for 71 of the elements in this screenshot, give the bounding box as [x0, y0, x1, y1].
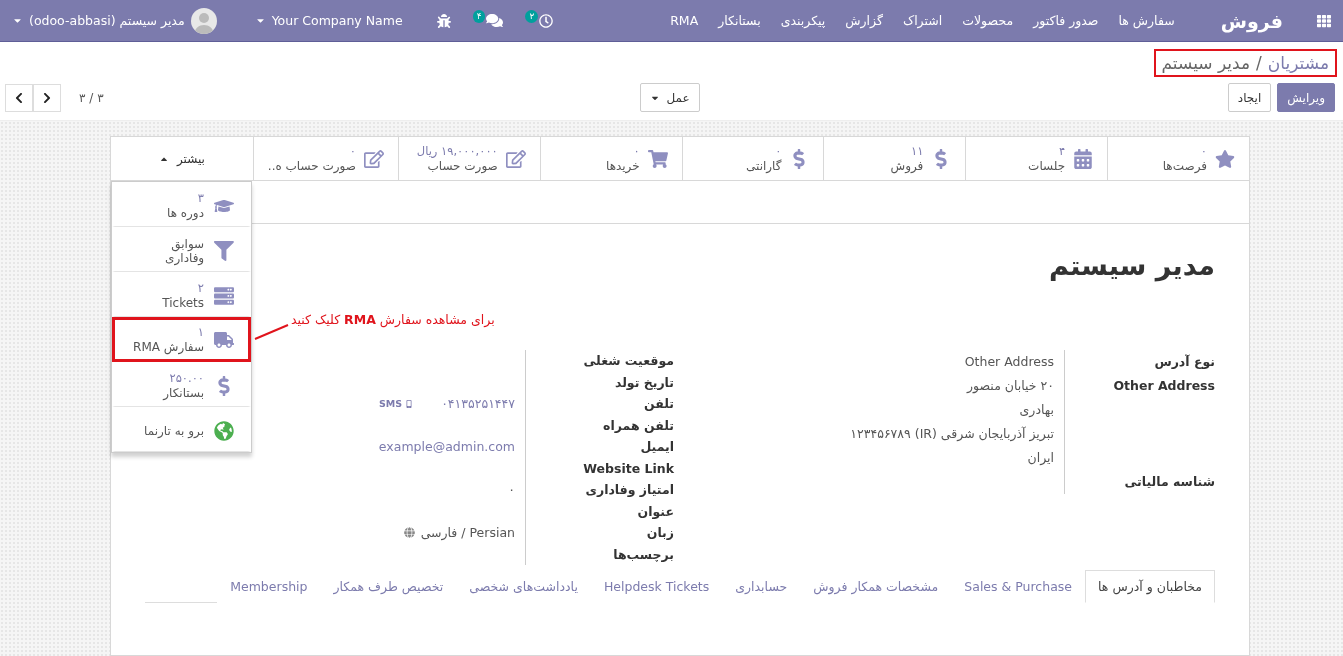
field-label: ایمیل	[639, 438, 674, 456]
email-link[interactable]: example@admin.com	[378, 436, 515, 458]
create-button[interactable]: ایجاد	[1227, 83, 1272, 112]
chevron-left-icon	[13, 91, 25, 104]
pager-counter: ۳ / ۳	[79, 90, 104, 105]
field-label: تلفن	[642, 395, 674, 413]
app-brand: فروش	[1220, 9, 1283, 32]
calendar-icon	[1073, 148, 1094, 169]
globe-icon	[403, 527, 415, 539]
sms-link[interactable]: SMS	[379, 393, 414, 415]
chat-icon[interactable]	[486, 12, 504, 29]
field-label: تلفن همراه	[602, 416, 674, 435]
bug-icon[interactable]	[436, 13, 451, 28]
notebook-tab[interactable]: مخاطبان و آدرس ها	[1085, 570, 1215, 603]
previous-button[interactable]	[5, 83, 33, 112]
field-label: نوع آدرس	[1153, 353, 1215, 371]
dropdown-item[interactable]: برو به تارنما	[112, 407, 251, 452]
menu-item[interactable]: بستانکار	[718, 13, 761, 28]
address-line: بهادری	[1019, 401, 1054, 419]
action-dropdown[interactable]: عمل	[640, 83, 700, 112]
chevron-right-icon	[41, 91, 53, 104]
dropdown-item[interactable]: ۳ دوره ها	[112, 182, 251, 227]
globe-icon	[214, 420, 234, 441]
field-label: موقعیت شغلی	[582, 352, 674, 370]
address-line: ۲۰ خیابان منصور	[967, 377, 1054, 396]
menu-item[interactable]: صدور فاکتور	[1033, 13, 1099, 28]
field-label: Website Link	[582, 459, 674, 478]
edit-icon	[505, 148, 526, 169]
leader-line	[254, 324, 289, 340]
truck-icon	[214, 329, 234, 350]
apps-menu-icon[interactable]	[1317, 13, 1331, 28]
field-label: برچسب‌ها	[612, 545, 674, 564]
filter-icon	[214, 240, 234, 261]
menu-item[interactable]: سفارش ها	[1118, 13, 1175, 28]
star-icon	[1215, 148, 1235, 169]
dropdown-item[interactable]: ۱ سفارش RMA	[112, 317, 251, 362]
company-switcher[interactable]: Your Company Name	[254, 13, 403, 28]
record-title: مدیر سیستم	[1049, 250, 1215, 284]
address-line: تبریز آذربایجان شرقی (IR) ۱۲۳۴۵۶۷۸۹	[850, 425, 1054, 444]
breadcrumb-link[interactable]: مشتریان	[1267, 53, 1329, 73]
address-line: ایران	[1027, 449, 1054, 467]
list-icon	[214, 285, 234, 306]
dropdown-item[interactable]: سوابق وفاداری	[112, 227, 251, 272]
menu-item[interactable]: محصولات	[962, 13, 1014, 28]
edit-icon	[363, 148, 384, 169]
count-badge: ۲	[525, 10, 539, 23]
phone-value[interactable]: ۰۴۱۳۵۲۵۱۴۴۷	[441, 393, 515, 415]
count-badge: ۴	[472, 10, 486, 23]
menu-item[interactable]: اشتراک	[902, 13, 943, 28]
avatar-placeholder	[190, 7, 217, 34]
field-value: ۰	[508, 481, 515, 499]
edit-button[interactable]: ویرایش	[1277, 83, 1335, 112]
menu-item[interactable]: RMA	[670, 13, 699, 28]
field-label: زبان	[645, 524, 674, 542]
field-label: تاریخ تولد	[613, 373, 674, 392]
language-value: Persian / فارسی	[420, 524, 515, 543]
field-label: Other Address	[1112, 377, 1215, 395]
cart-icon	[647, 148, 668, 169]
breadcrumb-separator: /	[1256, 53, 1262, 73]
next-button[interactable]	[33, 83, 61, 112]
menu-item[interactable]: پیکربندی	[780, 13, 826, 28]
mobile-phone-icon	[405, 399, 414, 408]
clock-icon[interactable]	[539, 13, 554, 28]
user-menu[interactable]: مدیر سیستم (odoo-abbasi)	[12, 7, 217, 34]
dropdown-item[interactable]: ۲۵۰.۰۰ بستانکار	[112, 362, 251, 407]
breadcrumb-current: مدیر سیستم	[1161, 53, 1251, 73]
address-line: Other Address	[964, 353, 1054, 371]
field-label: شناسه مالیاتی	[1123, 473, 1215, 491]
menu-item[interactable]: گزارش	[845, 13, 883, 28]
field-label: امتیاز وفاداری	[584, 481, 674, 499]
field-label: عنوان	[636, 502, 674, 521]
